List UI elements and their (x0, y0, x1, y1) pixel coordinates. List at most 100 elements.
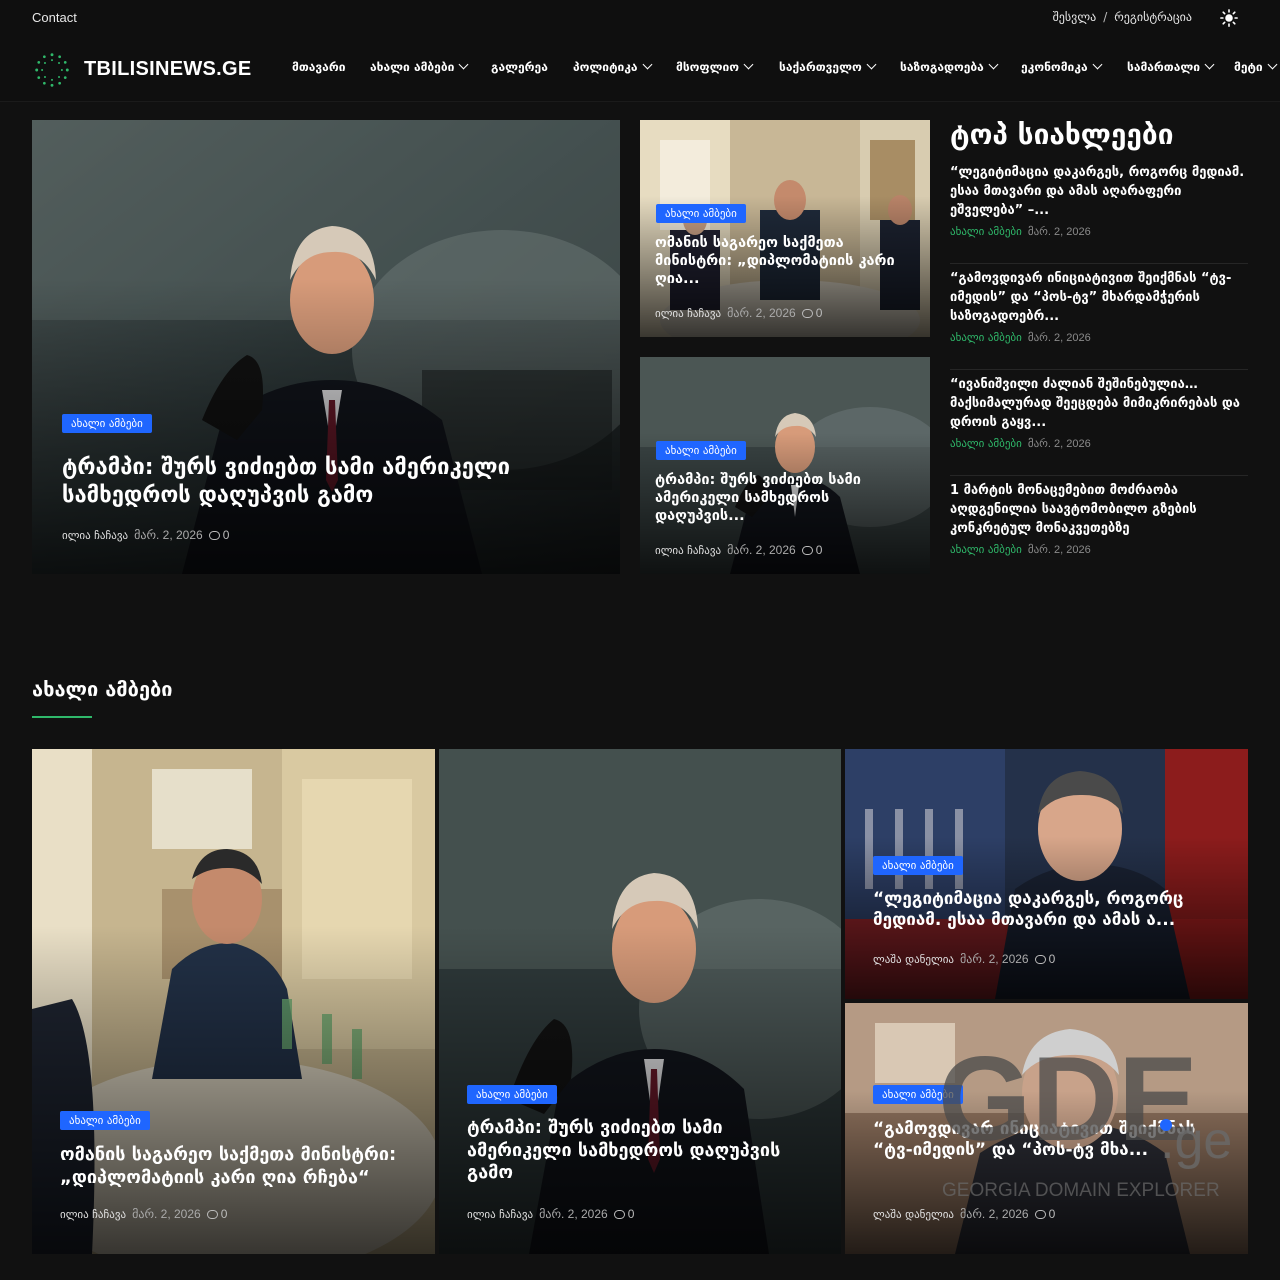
nav-item-label: ეკონომიკა (1021, 60, 1088, 74)
latest-card-title[interactable]: “ლეგიტიმაცია დაკარგეს, როგორც მედიამ. ეს… (873, 889, 1233, 932)
section-heading-underline (32, 716, 92, 718)
category-badge[interactable]: ახალი ამბები (62, 414, 152, 433)
category-link[interactable]: ახალი ამბები (950, 331, 1022, 344)
comment-count[interactable]: 0 (613, 1207, 634, 1221)
post-date: მარ. 2, 2026 (727, 543, 796, 557)
hero-side-card[interactable]: ახალი ამბები ტრამპი: შურს ვიძიებთ სამი ა… (640, 357, 930, 574)
chevron-down-icon (642, 59, 652, 70)
comment-count[interactable]: 0 (801, 306, 823, 320)
hero-main-card[interactable]: ახალი ამბები ტრამპი: შურს ვიძიებთ სამი ა… (32, 120, 620, 574)
comment-icon (801, 546, 813, 555)
hero-side-meta: ილია ჩაჩავა მარ. 2, 2026 0 (655, 306, 822, 320)
chevron-down-icon (988, 59, 999, 70)
post-date: მარ. 2, 2026 (1027, 543, 1091, 556)
top-news-heading: ტოპ სიახლეები (950, 118, 1174, 151)
top-news-item[interactable]: “გამოვდივარ ინიციატივით შეიქმნას “ტვ-იმე… (950, 270, 1248, 370)
nav-item-georgia[interactable]: საქართველო (779, 59, 877, 74)
nav-item-label: გალერეა (491, 60, 548, 74)
top-news-item-title[interactable]: “გამოვდივარ ინიციატივით შეიქმნას “ტვ-იმე… (950, 270, 1248, 327)
comment-icon (206, 1210, 218, 1219)
auth-separator: / (1103, 10, 1108, 24)
author-name[interactable]: ილია ჩაჩავა (655, 307, 721, 320)
hero-side-card[interactable]: ახალი ამბები ომანის საგარეო საქმეთა მინი… (640, 120, 930, 337)
latest-card-meta: ილია ჩაჩავა მარ. 2, 2026 0 (60, 1207, 227, 1221)
comment-icon (613, 1210, 625, 1219)
comment-count[interactable]: 0 (208, 528, 230, 542)
chevron-down-icon (743, 59, 754, 70)
category-badge[interactable]: ახალი ამბები (467, 1085, 557, 1104)
post-date: მარ. 2, 2026 (1027, 437, 1091, 450)
comment-count[interactable]: 0 (206, 1207, 228, 1221)
section-heading: ახალი ამბები (32, 677, 173, 701)
author-name[interactable]: ილია ჩაჩავა (467, 1208, 533, 1221)
latest-card-title[interactable]: “გამოვდივარ ინიციატივით შეიქმნას “ტვ-იმე… (873, 1119, 1233, 1162)
category-link[interactable]: ახალი ამბები (950, 543, 1022, 556)
hero-main-title[interactable]: ტრამპი: შურს ვიძიებთ სამი ამერიკელი სამხ… (62, 454, 582, 509)
latest-card-title[interactable]: ომანის საგარეო საქმეთა მინისტრი: „დიპლომ… (60, 1144, 420, 1189)
latest-card[interactable]: ახალი ამბები ტრამპი: შურს ვიძიებთ სამი ა… (439, 749, 841, 1254)
category-badge[interactable]: ახალი ამბები (656, 204, 746, 223)
site-header: TBILISINEWS.GE მთავარი ახალი ამბები გალე… (0, 36, 1280, 102)
category-badge[interactable]: ახალი ამბები (60, 1111, 150, 1130)
latest-card[interactable]: ახალი ამბები ომანის საგარეო საქმეთა მინი… (32, 749, 435, 1254)
comment-icon (1034, 1210, 1046, 1219)
contact-link[interactable]: Contact (32, 10, 77, 25)
nav-item-gallery[interactable]: გალერეა (491, 60, 548, 74)
nav-item-more[interactable]: მეტი (1234, 59, 1278, 74)
comment-count[interactable]: 0 (1034, 1207, 1056, 1221)
latest-card-meta: ილია ჩაჩავა მარ. 2, 2026 0 (467, 1207, 634, 1221)
nav-item-world[interactable]: მსოფლიო (676, 59, 754, 74)
latest-card-meta: ლაშა დანელია მარ. 2, 2026 0 (873, 1207, 1055, 1221)
post-date: მარ. 2, 2026 (959, 1207, 1029, 1221)
hero-side-title[interactable]: ტრამპი: შურს ვიძიებთ სამი ამერიკელი სამხ… (655, 471, 915, 525)
nav-item-label: საქართველო (779, 60, 862, 74)
nav-item-law[interactable]: სამართალი (1127, 59, 1215, 74)
comment-count[interactable]: 0 (1034, 952, 1056, 966)
author-name[interactable]: ილია ჩაჩავა (655, 544, 721, 557)
login-link[interactable]: შესვლა (1053, 10, 1097, 24)
latest-card-meta: ლაშა დანელია მარ. 2, 2026 0 (873, 952, 1055, 966)
nav-item-home[interactable]: მთავარი (292, 60, 345, 74)
nav-item-politics[interactable]: პოლიტიკა (573, 59, 652, 74)
site-logo-icon[interactable] (32, 52, 72, 88)
nav-item-label: ახალი ამბები (370, 60, 455, 74)
category-badge[interactable]: ახალი ამბები (873, 1085, 963, 1104)
hero-side-title[interactable]: ომანის საგარეო საქმეთა მინისტრი: „დიპლომ… (655, 234, 915, 288)
category-link[interactable]: ახალი ამბები (950, 437, 1022, 450)
nav-item-economy[interactable]: ეკონომიკა (1021, 59, 1103, 74)
latest-card[interactable]: ახალი ამბები “გამოვდივარ ინიციატივით შეი… (845, 1003, 1248, 1254)
category-link[interactable]: ახალი ამბები (950, 225, 1022, 238)
latest-card[interactable]: ახალი ამბები “ლეგიტიმაცია დაკარგეს, როგო… (845, 749, 1248, 999)
register-link[interactable]: რეგისტრაცია (1114, 10, 1192, 24)
author-name[interactable]: ილია ჩაჩავა (62, 529, 128, 542)
comment-count-value: 0 (222, 528, 230, 542)
top-news-item[interactable]: “ლეგიტიმაცია დაკარგეს, როგორც მედიამ. ეს… (950, 164, 1248, 264)
chevron-down-icon (866, 59, 877, 70)
site-logo-text[interactable]: TBILISINEWS.GE (84, 58, 252, 81)
comment-count[interactable]: 0 (801, 543, 822, 557)
category-badge[interactable]: ახალი ამბები (656, 441, 746, 460)
top-news-item-title[interactable]: 1 მარტის მონაცემებით მოძრაობა აღდგენილია… (950, 482, 1248, 539)
category-badge[interactable]: ახალი ამბები (873, 856, 963, 875)
nav-item-news[interactable]: ახალი ამბები (370, 59, 469, 74)
comment-count-value: 0 (1048, 1207, 1056, 1221)
chevron-down-icon (458, 59, 469, 70)
comment-count-value: 0 (1048, 952, 1056, 966)
hero-side-overlay (640, 357, 930, 574)
nav-item-label: მსოფლიო (676, 60, 740, 74)
nav-item-society[interactable]: საზოგადოება (900, 59, 999, 74)
top-news-item-title[interactable]: “ლეგიტიმაცია დაკარგეს, როგორც მედიამ. ეს… (950, 164, 1248, 221)
nav-item-label: მეტი (1234, 60, 1263, 74)
comment-icon (1034, 955, 1046, 964)
author-name[interactable]: ლაშა დანელია (873, 1208, 954, 1221)
top-news-item[interactable]: “ივანიშვილი ძალიან შეშინებულია… მაქსიმალ… (950, 376, 1248, 476)
comment-icon (208, 531, 220, 540)
author-name[interactable]: ილია ჩაჩავა (60, 1208, 126, 1221)
top-news-item[interactable]: 1 მარტის მონაცემებით მოძრაობა აღდგენილია… (950, 482, 1248, 574)
author-name[interactable]: ლაშა დანელია (873, 953, 954, 966)
top-news-item-title[interactable]: “ივანიშვილი ძალიან შეშინებულია… მაქსიმალ… (950, 376, 1248, 433)
comment-count-value: 0 (220, 1207, 228, 1221)
latest-card-title[interactable]: ტრამპი: შურს ვიძიებთ სამი ამერიკელი სამხ… (467, 1117, 817, 1185)
sun-icon[interactable] (1220, 9, 1238, 27)
comment-count-value: 0 (815, 306, 823, 320)
